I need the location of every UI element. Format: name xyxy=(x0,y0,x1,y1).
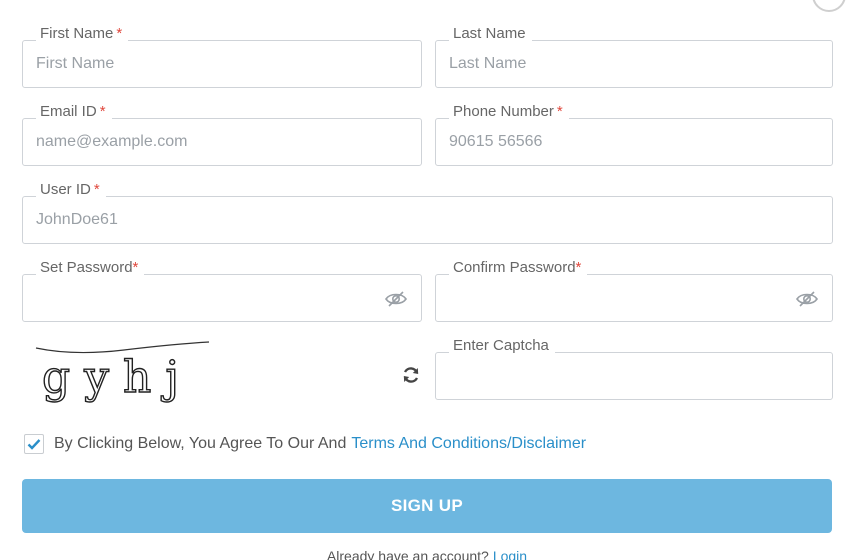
agreement-checkbox[interactable] xyxy=(24,434,44,454)
eye-slash-icon[interactable] xyxy=(795,289,819,309)
last-name-placeholder: Last Name xyxy=(449,55,527,72)
user-id-field: User ID * JohnDoe61 xyxy=(22,180,833,244)
set-password-input[interactable] xyxy=(22,274,422,322)
set-password-label: Set Password* xyxy=(36,258,145,278)
close-button[interactable] xyxy=(812,0,846,12)
captcha-image: gyhj xyxy=(35,341,210,404)
agreement-text: By Clicking Below, You Agree To Our And xyxy=(54,435,347,452)
phone-label: Phone Number * xyxy=(449,102,569,122)
login-prompt-text: Already have an account? xyxy=(326,548,489,560)
agreement-row: By Clicking Below, You Agree To Our And … xyxy=(24,433,586,455)
login-prompt: Already have an account? Login xyxy=(0,548,854,560)
last-name-label: Last Name xyxy=(449,24,532,44)
confirm-password-input[interactable] xyxy=(435,274,833,322)
refresh-icon[interactable] xyxy=(401,365,421,385)
terms-link[interactable]: Terms And Conditions/Disclaimer xyxy=(351,435,586,453)
first-name-label: First Name * xyxy=(36,24,129,44)
email-placeholder: name@example.com xyxy=(36,133,188,150)
set-password-field: Set Password* xyxy=(22,258,422,322)
user-id-input[interactable] xyxy=(22,196,833,244)
sign-up-button[interactable]: SIGN UP xyxy=(22,479,832,533)
confirm-password-field: Confirm Password* xyxy=(435,258,833,322)
captcha-input[interactable] xyxy=(435,352,833,400)
login-link[interactable]: Login xyxy=(493,548,527,560)
phone-field: Phone Number * 90615 56566 xyxy=(435,102,833,166)
captcha-field: Enter Captcha xyxy=(435,336,833,400)
last-name-field: Last Name Last Name xyxy=(435,24,833,88)
first-name-placeholder: First Name xyxy=(36,55,115,72)
eye-slash-icon[interactable] xyxy=(384,289,408,309)
first-name-field: First Name * First Name xyxy=(22,24,422,88)
checkmark-icon xyxy=(27,439,41,450)
user-id-placeholder: JohnDoe61 xyxy=(36,211,118,228)
captcha-text: gyhj xyxy=(42,352,193,403)
modal-title-clipped xyxy=(240,0,620,4)
confirm-password-label: Confirm Password* xyxy=(449,258,588,278)
user-id-label: User ID * xyxy=(36,180,106,200)
captcha-label: Enter Captcha xyxy=(449,336,555,356)
email-field: Email ID * name@example.com xyxy=(22,102,422,166)
phone-placeholder: 90615 56566 xyxy=(449,133,543,150)
email-label: Email ID * xyxy=(36,102,112,122)
